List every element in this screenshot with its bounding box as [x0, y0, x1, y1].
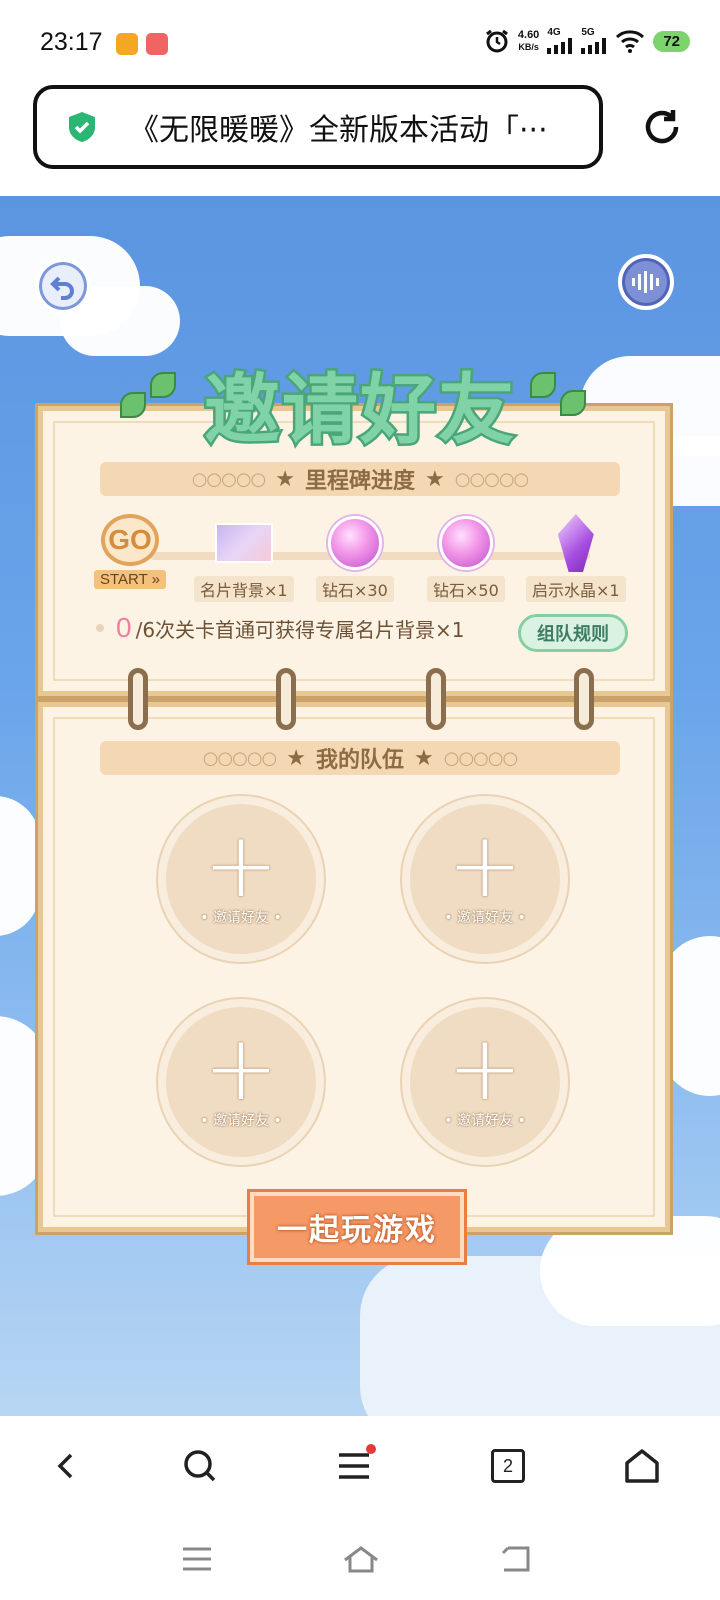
event-title: 邀请好友 [180, 348, 540, 458]
battery-indicator: 72 [653, 30, 690, 52]
ring-decoration [128, 668, 148, 730]
plus-icon: + [203, 813, 279, 918]
address-bar[interactable]: 《无限暖暖》全新版本活动「··· [33, 85, 603, 169]
invite-friend-slot[interactable]: + • 邀请好友 • [402, 796, 568, 962]
plus-icon: + [203, 1016, 279, 1121]
alarm-icon [485, 29, 508, 53]
signal-5g-label: 5G [581, 27, 595, 38]
menu-icon [339, 1453, 369, 1479]
milestone-label: 钻石×50 [427, 576, 505, 602]
network-speed-unit: KB/s [518, 42, 539, 52]
milestone-label: 钻石×30 [316, 576, 394, 602]
music-button[interactable] [618, 254, 674, 310]
slot-label: • 邀请好友 • [200, 1113, 282, 1129]
tab-count: 2 [491, 1449, 525, 1483]
cloud-decoration [0, 796, 40, 936]
page-title-url[interactable]: 《无限暖暖》全新版本活动「··· [129, 105, 548, 149]
progress-count: 0 [116, 612, 132, 643]
invite-friend-slot[interactable]: + • 邀请好友 • [158, 796, 324, 962]
milestone-reward[interactable]: 钻石×50 [427, 514, 505, 602]
system-nav-bar [0, 1516, 720, 1600]
ring-decoration [276, 668, 296, 730]
team-rules-button[interactable]: 组队规则 [518, 614, 628, 652]
signal-4g-label: 4G [547, 27, 561, 38]
plus-icon: + [447, 1016, 523, 1121]
plus-icon: + [447, 813, 523, 918]
status-bar: 23:17 4.60 KB/s 4G 5G 72 [0, 0, 720, 86]
slot-label: • 邀请好友 • [444, 1113, 526, 1129]
notification-app-icon [116, 33, 138, 55]
game-canvas: 邀请好友 ○○○○○ ★ 里程碑进度 ★ ○○○○○ GO START » 名片… [0, 196, 720, 1416]
milestone-banner-text: 里程碑进度 [304, 469, 415, 494]
slot-label: • 邀请好友 • [200, 910, 282, 926]
milestone-label: 名片背景×1 [194, 576, 294, 602]
search-button[interactable] [170, 1436, 230, 1496]
signal-5g: 5G [581, 28, 607, 54]
signal-bars-icon [547, 38, 573, 54]
system-back-button[interactable] [490, 1534, 540, 1584]
crystal-icon [557, 514, 594, 572]
signal-4g: 4G [547, 28, 573, 54]
milestone-reward[interactable]: 钻石×30 [316, 514, 394, 602]
star-icon: ★ [425, 466, 445, 492]
ring-decoration [426, 668, 446, 730]
leaf-decoration [560, 390, 586, 416]
milestone-label: START » [94, 570, 167, 589]
star-icon: ★ [275, 466, 295, 492]
slot-label: • 邀请好友 • [444, 910, 526, 926]
signal-bars-icon [581, 38, 607, 54]
event-title-text: 邀请好友 [202, 363, 517, 457]
refresh-icon[interactable] [640, 105, 684, 149]
browser-bottom-nav: 2 [0, 1416, 720, 1516]
milestone-start: GO START » [94, 514, 167, 589]
wifi-icon [616, 30, 645, 53]
sound-wave-icon [632, 271, 659, 293]
progress-row: 0 /6次关卡首通可获得专属名片背景×1 [96, 612, 465, 644]
diamond-icon [438, 516, 493, 570]
search-icon [184, 1450, 216, 1482]
team-banner: ○○○○○ ★ 我的队伍 ★ ○○○○○ [100, 741, 620, 775]
go-icon: GO [101, 514, 160, 566]
leaf-decoration [150, 372, 176, 398]
system-home-button[interactable] [336, 1534, 386, 1584]
network-speed-value: 4.60 [517, 29, 540, 41]
menu-button[interactable] [324, 1436, 384, 1496]
status-time: 23:17 [40, 28, 103, 56]
invite-friend-slot[interactable]: + • 邀请好友 • [402, 999, 568, 1165]
home-icon [344, 1546, 378, 1573]
leaf-decoration [120, 392, 146, 418]
milestone-reward[interactable]: 名片背景×1 [194, 514, 294, 602]
milestone-banner: ○○○○○ ★ 里程碑进度 ★ ○○○○○ [100, 462, 620, 496]
card-background-icon [214, 523, 273, 563]
status-indicators: 4.60 KB/s 4G 5G 72 [484, 28, 690, 54]
network-speed: 4.60 KB/s [518, 29, 539, 53]
recent-apps-icon [183, 1547, 211, 1571]
team-panel [35, 699, 673, 1235]
notification-app-icon [146, 33, 168, 55]
back-arrow-icon [50, 276, 74, 300]
chevron-left-icon [57, 1453, 73, 1479]
cloud-decoration [540, 1216, 720, 1326]
invite-friend-slot[interactable]: + • 邀请好友 • [158, 999, 324, 1165]
home-button[interactable] [612, 1436, 672, 1496]
star-icon: ★ [414, 745, 434, 771]
star-icon: ★ [286, 745, 306, 771]
shield-check-icon [69, 112, 95, 142]
tabs-button[interactable]: 2 [478, 1436, 538, 1496]
back-icon [501, 1546, 530, 1572]
notification-dot [366, 1444, 376, 1454]
team-banner-text: 我的队伍 [315, 748, 404, 773]
back-button[interactable] [36, 1436, 96, 1496]
milestone-reward[interactable]: 启示水晶×1 [526, 514, 626, 602]
progress-text: /6次关卡首通可获得专属名片背景×1 [135, 617, 465, 642]
diamond-icon [327, 516, 382, 570]
milestone-label: 启示水晶×1 [526, 576, 626, 602]
back-button[interactable] [35, 258, 91, 314]
recent-apps-button[interactable] [172, 1534, 222, 1584]
home-icon [625, 1449, 659, 1483]
play-together-button[interactable]: 一起玩游戏 [247, 1189, 467, 1265]
ring-decoration [574, 668, 594, 730]
